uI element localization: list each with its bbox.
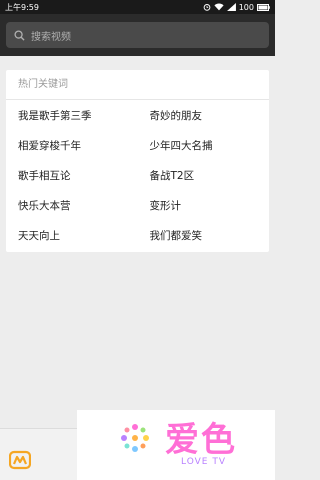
search-placeholder: 搜索视频 bbox=[31, 31, 71, 43]
keyword-item[interactable]: 相爱穿梭千年 bbox=[6, 131, 138, 161]
status-icons: 100 bbox=[203, 3, 270, 12]
battery-level: 100 bbox=[238, 2, 254, 12]
keyword-item[interactable]: 歌手相互论 bbox=[6, 161, 138, 191]
status-time: 上午9:59 bbox=[5, 2, 39, 12]
status-bar: 上午9:59 100 bbox=[0, 0, 275, 14]
keyword-grid: 我是歌手第三季 奇妙的朋友 相爱穿梭千年 少年四大名捕 歌手相互论 备战T2区 … bbox=[6, 100, 269, 251]
watermark-title: 爱色 bbox=[165, 420, 237, 460]
keyword-item[interactable]: 快乐大本营 bbox=[6, 191, 138, 221]
keyword-item[interactable]: 奇妙的朋友 bbox=[138, 101, 270, 131]
wifi-icon bbox=[214, 3, 224, 11]
keyword-item[interactable]: 变形计 bbox=[138, 191, 270, 221]
app-logo-icon[interactable] bbox=[9, 449, 31, 471]
alarm-icon bbox=[203, 4, 211, 11]
watermark-subtitle: LOVE TV bbox=[181, 457, 226, 467]
keyword-item[interactable]: 少年四大名捕 bbox=[138, 131, 270, 161]
watermark: 爱色 LOVE TV bbox=[77, 410, 275, 480]
keyword-item[interactable]: 我们都爱笑 bbox=[138, 221, 270, 251]
search-input[interactable]: 搜索视频 bbox=[6, 22, 269, 48]
keyword-item[interactable]: 天天向上 bbox=[6, 221, 138, 251]
signal-icon bbox=[226, 3, 236, 11]
flower-logo-icon bbox=[121, 424, 149, 452]
search-icon bbox=[14, 29, 25, 41]
keyword-item[interactable]: 备战T2区 bbox=[138, 161, 270, 191]
header: 搜索视频 bbox=[0, 14, 275, 56]
battery-icon bbox=[257, 3, 270, 11]
keyword-item[interactable]: 我是歌手第三季 bbox=[6, 101, 138, 131]
hot-keywords-card: 热门关键词 我是歌手第三季 奇妙的朋友 相爱穿梭千年 少年四大名捕 歌手相互论 … bbox=[6, 70, 269, 252]
hot-keywords-title: 热门关键词 bbox=[6, 70, 269, 100]
main-content: 热门关键词 我是歌手第三季 奇妙的朋友 相爱穿梭千年 少年四大名捕 歌手相互论 … bbox=[0, 56, 275, 252]
